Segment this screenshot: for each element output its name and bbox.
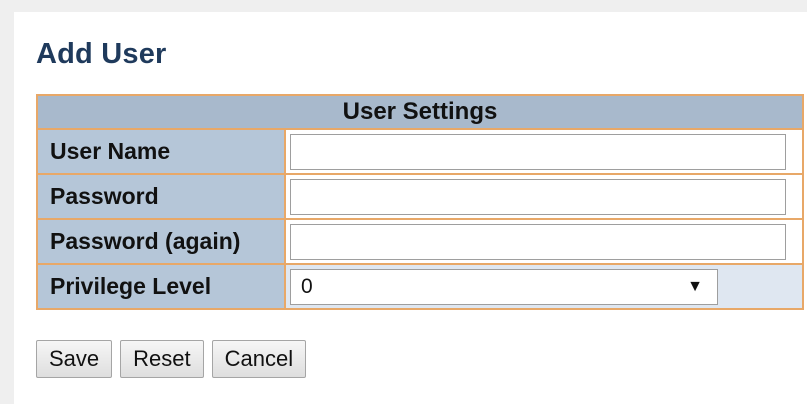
- table-row: Password: [38, 175, 802, 220]
- user-name-cell: [286, 130, 802, 175]
- password-input[interactable]: [290, 178, 786, 215]
- password-again-label: Password (again): [38, 220, 286, 265]
- content-panel: Add User User Settings User Name Passwor…: [14, 12, 807, 404]
- table-header: User Settings: [38, 96, 802, 130]
- privilege-level-label: Privilege Level: [38, 265, 286, 308]
- table-row: Privilege Level 0 ▼: [38, 265, 802, 308]
- page-title: Add User: [36, 38, 167, 70]
- button-bar: Save Reset Cancel: [36, 340, 307, 378]
- privilege-level-select[interactable]: 0 ▼: [290, 268, 718, 305]
- password-label: Password: [38, 175, 286, 220]
- password-again-cell: [286, 220, 802, 265]
- cancel-button[interactable]: Cancel: [211, 340, 307, 378]
- save-button[interactable]: Save: [36, 340, 113, 378]
- privilege-level-cell: 0 ▼: [286, 265, 802, 308]
- table-row: Password (again): [38, 220, 802, 265]
- table-header-row: User Settings: [38, 96, 802, 130]
- password-again-input[interactable]: [290, 223, 786, 260]
- user-name-label: User Name: [38, 130, 286, 175]
- table-row: User Name: [38, 130, 802, 175]
- user-name-input[interactable]: [290, 133, 786, 170]
- user-settings-table: User Settings User Name Password Passwor…: [36, 94, 804, 310]
- password-cell: [286, 175, 802, 220]
- privilege-level-value: 0: [301, 274, 313, 298]
- reset-button[interactable]: Reset: [120, 340, 204, 378]
- chevron-down-icon: ▼: [687, 277, 703, 295]
